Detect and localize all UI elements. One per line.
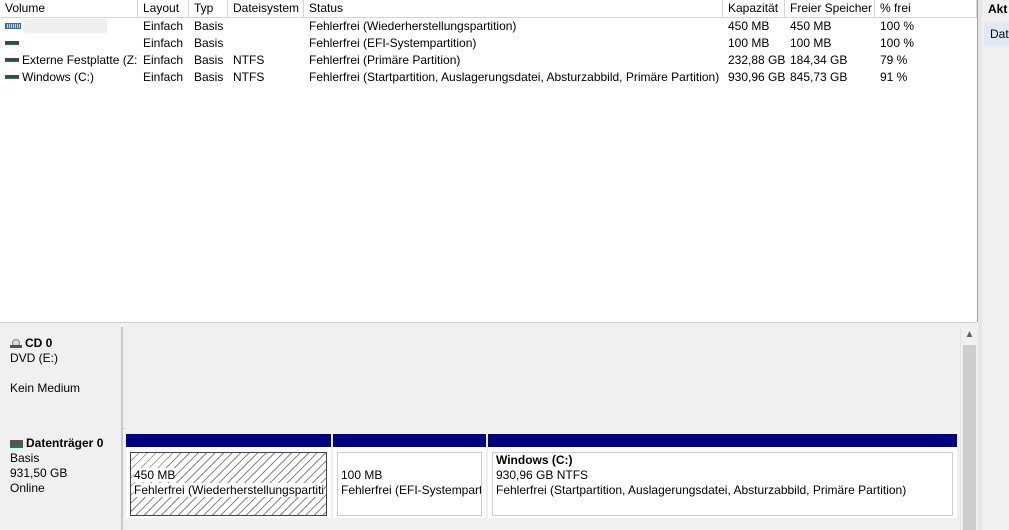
volume-dateisystem <box>228 18 304 35</box>
volume-icon <box>5 40 19 45</box>
partition-body: 100 MB Fehlerfrei (EFI-Systempartit <box>337 452 482 516</box>
column-freier-speicher[interactable]: Freier Speicher <box>785 0 875 17</box>
column-prozent-frei[interactable]: % frei <box>875 0 977 17</box>
column-dateisystem[interactable]: Dateisystem <box>228 0 304 17</box>
column-volume[interactable]: Volume <box>0 0 138 17</box>
column-kapazitaet[interactable]: Kapazität <box>723 0 785 17</box>
volume-name-cell <box>0 18 138 35</box>
volume-frei: 184,34 GB <box>790 53 848 67</box>
volume-kapazitaet: 100 MB <box>728 36 770 50</box>
scrollbar-thumb[interactable] <box>963 345 976 530</box>
volume-status: Fehlerfrei (Startpartition, Auslagerungs… <box>309 70 720 84</box>
volume-dateisystem: NTFS <box>233 53 265 67</box>
volume-frei: 845,73 GB <box>790 70 848 84</box>
partition-windows[interactable]: Windows (C:) 930,96 GB NTFS Fehlerfrei (… <box>488 434 957 518</box>
partition-status-line: Fehlerfrei (Wiederherstellungspartiti <box>134 483 326 498</box>
volume-prozent: 100 % <box>880 36 915 50</box>
cd-medium: Kein Medium <box>10 381 81 395</box>
actions-pane: Akt Dat <box>978 0 1009 530</box>
partition-status: Fehlerfrei (Wiederherstellungspartiti <box>134 483 325 497</box>
column-layout[interactable]: Layout <box>138 0 189 17</box>
cd-title-text: CD 0 <box>25 336 53 350</box>
volume-name: Externe Festplatte (Z:) <box>22 53 138 67</box>
partition-recovery[interactable]: 450 MB Fehlerfrei (Wiederherstellungspar… <box>126 434 331 518</box>
disk0-title: Datenträger 0 <box>10 436 121 451</box>
volume-status: Fehlerfrei (Primäre Partition) <box>309 53 461 67</box>
cd-area <box>125 327 960 428</box>
partition-name <box>341 453 481 468</box>
volume-typ: Basis <box>194 36 224 50</box>
partition-efi[interactable]: 100 MB Fehlerfrei (EFI-Systempartit <box>333 434 486 518</box>
column-status[interactable]: Status <box>304 0 723 17</box>
volume-layout: Einfach <box>143 53 184 67</box>
volume-name-cell: Windows (C:) <box>0 69 138 86</box>
striped-volume-icon <box>5 22 21 29</box>
actions-item-datentraeger[interactable]: Dat <box>984 22 1009 46</box>
partition-body: 450 MB Fehlerfrei (Wiederherstellungspar… <box>130 452 327 516</box>
partition-status: Fehlerfrei (EFI-Systempartit <box>341 483 482 497</box>
volume-frei: 100 MB <box>790 36 832 50</box>
actions-title: Akt <box>988 2 1008 16</box>
partition-body: Windows (C:) 930,96 GB NTFS Fehlerfrei (… <box>492 452 953 516</box>
volume-name-cell <box>0 35 138 52</box>
partition-size: 450 MB <box>134 468 176 482</box>
partition-header <box>126 434 331 447</box>
partition-size-line: 450 MB <box>134 468 326 483</box>
hard-disk-icon <box>10 439 23 448</box>
volume-row[interactable]: Externe Festplatte (Z:) Einfach Basis NT… <box>0 52 977 69</box>
disk0-label[interactable]: Datenträger 0 Basis 931,50 GB Online <box>0 427 123 530</box>
partition-size: 100 MB <box>341 468 383 482</box>
cd-drive-icon <box>10 339 22 348</box>
volume-frei: 450 MB <box>790 19 832 33</box>
disk-view-scrollbar[interactable]: ▲ <box>960 327 978 530</box>
volume-dateisystem: NTFS <box>233 70 265 84</box>
scroll-up-icon[interactable]: ▲ <box>961 327 978 343</box>
volume-kapazitaet: 930,96 GB <box>728 70 785 84</box>
volume-dateisystem <box>228 35 304 52</box>
volume-typ: Basis <box>194 53 224 67</box>
disk0-size: 931,50 GB <box>10 466 68 480</box>
disk0-row: Datenträger 0 Basis 931,50 GB Online 450… <box>0 427 960 530</box>
volume-row[interactable]: Windows (C:) Einfach Basis NTFS Fehlerfr… <box>0 69 977 86</box>
volume-status: Fehlerfrei (Wiederherstellungspartition) <box>309 19 517 33</box>
volume-layout: Einfach <box>143 19 184 33</box>
volume-typ: Basis <box>194 19 224 33</box>
volume-kapazitaet: 450 MB <box>728 19 770 33</box>
disk0-title-text: Datenträger 0 <box>26 436 104 450</box>
volume-status: Fehlerfrei (EFI-Systempartition) <box>309 36 477 50</box>
volume-kapazitaet: 232,88 GB <box>728 53 785 67</box>
volume-name: Windows (C:) <box>22 70 95 84</box>
partition-header <box>488 434 957 447</box>
volume-typ: Basis <box>194 70 224 84</box>
disk-view: CD 0 DVD (E:) Kein Medium Datenträger 0 … <box>0 327 960 530</box>
volume-icon <box>5 57 19 62</box>
disk0-state: Online <box>10 481 45 495</box>
volume-list: Volume Layout Typ Dateisystem Status Kap… <box>0 0 978 322</box>
volume-layout: Einfach <box>143 70 184 84</box>
partition-size: 930,96 GB NTFS <box>496 468 589 482</box>
column-typ[interactable]: Typ <box>189 0 228 17</box>
volume-name-cell: Externe Festplatte (Z:) <box>0 52 138 69</box>
partition-header <box>333 434 486 447</box>
volume-prozent: 79 % <box>880 53 908 67</box>
column-header-bar: Volume Layout Typ Dateisystem Status Kap… <box>0 0 977 18</box>
volume-row[interactable]: Einfach Basis Fehlerfrei (EFI-Systempart… <box>0 35 977 52</box>
partition-name: Windows (C:) <box>496 453 573 467</box>
volume-prozent: 91 % <box>880 70 908 84</box>
volume-prozent: 100 % <box>880 19 915 33</box>
cd-row: CD 0 DVD (E:) Kein Medium <box>0 327 960 428</box>
cd-title: CD 0 <box>10 336 121 351</box>
volume-layout: Einfach <box>143 36 184 50</box>
cd-drive: DVD (E:) <box>10 351 58 365</box>
cd-label[interactable]: CD 0 DVD (E:) Kein Medium <box>0 327 123 428</box>
volume-row[interactable]: Einfach Basis Fehlerfrei (Wiederherstell… <box>0 18 977 35</box>
partition-name <box>134 453 326 468</box>
volume-icon <box>5 74 19 79</box>
disk0-area: 450 MB Fehlerfrei (Wiederherstellungspar… <box>125 427 960 530</box>
partition-status: Fehlerfrei (Startpartition, Auslagerungs… <box>496 483 907 497</box>
disk0-type: Basis <box>10 451 40 465</box>
redacted-volume-name <box>24 18 107 33</box>
